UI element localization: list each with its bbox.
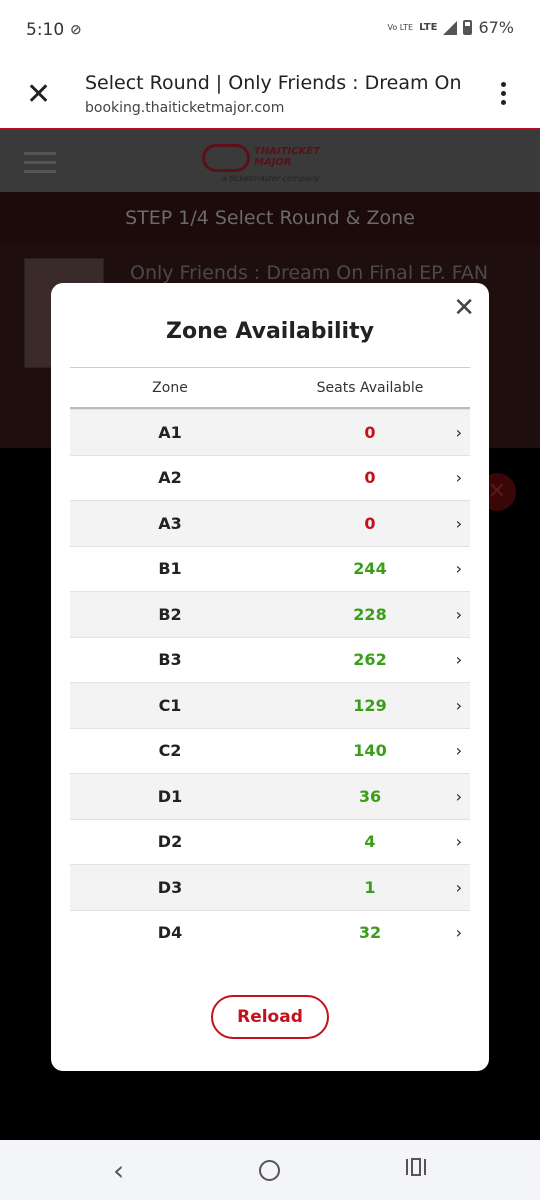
chevron-right-icon[interactable]: › (456, 923, 462, 942)
browser-toolbar: ✕ Select Round | Only Friends : Dream On… (0, 62, 540, 130)
chevron-right-icon[interactable]: › (456, 423, 462, 442)
zone-name: B1 (158, 559, 182, 579)
logo-name: THAITICKET MAJOR (254, 146, 320, 168)
seats-available: 262 (353, 650, 387, 670)
table-row[interactable]: A3 0 › (70, 500, 470, 546)
header-zone: Zone (152, 379, 188, 396)
table-row[interactable]: C2 140 › (70, 727, 470, 774)
zone-table: Zone Seats Available A1 0 › A2 0 › A3 0 › B1 244 › B… (70, 367, 470, 955)
table-row[interactable]: D2 4 › (70, 818, 470, 865)
dialog-title: Zone Availability (166, 319, 374, 344)
zone-name: D2 (157, 832, 183, 852)
seats-available: 0 (364, 468, 376, 488)
zone-name: D4 (157, 923, 183, 943)
zone-name: C2 (158, 741, 182, 761)
chevron-right-icon[interactable]: › (456, 878, 462, 897)
chevron-right-icon[interactable]: › (456, 696, 462, 715)
lte-icon: LTE (419, 21, 438, 33)
zone-name: C1 (158, 695, 182, 715)
seats-available: 244 (353, 559, 387, 579)
zone-name: A3 (158, 513, 182, 533)
seats-available: 0 (364, 422, 376, 442)
page-url[interactable]: booking.thaiticketmajor.com (85, 100, 284, 116)
volte-icon: Vo LTE (387, 22, 414, 32)
table-header: Zone Seats Available (70, 368, 470, 409)
seats-available: 0 (364, 513, 376, 533)
seats-available: 4 (364, 832, 376, 852)
chevron-right-icon[interactable]: › (456, 605, 462, 624)
table-row[interactable]: D4 32 › (70, 909, 470, 956)
chevron-right-icon[interactable]: › (456, 650, 462, 669)
zone-name: B3 (158, 650, 182, 670)
zone-name: D1 (157, 786, 183, 806)
zone-name: B2 (158, 604, 182, 624)
logo-mark (202, 144, 250, 172)
seats-available: 1 (364, 877, 376, 897)
logo-subtitle: a ticketmaster company (222, 174, 320, 183)
table-row[interactable]: C1 129 › (70, 682, 470, 728)
seats-available: 129 (353, 695, 387, 715)
more-options-icon[interactable] (501, 82, 506, 105)
page-title: Select Round | Only Friends : Dream On .… (85, 72, 465, 94)
site-logo[interactable]: THAITICKET MAJOR a ticketmaster company (202, 140, 342, 184)
signal-icon (443, 20, 458, 35)
table-row[interactable]: D3 1 › (70, 864, 470, 910)
battery-level: 67% (478, 18, 514, 37)
close-tab-icon[interactable]: ✕ (26, 80, 51, 110)
chevron-right-icon[interactable]: › (456, 468, 462, 487)
table-row[interactable]: A1 0 › (70, 409, 470, 455)
table-row[interactable]: A2 0 › (70, 454, 470, 501)
zone-name: D3 (157, 877, 183, 897)
zone-availability-dialog: ✕ Zone Availability Zone Seats Available… (51, 283, 489, 1071)
status-bar: 5:10 ⊘ Vo LTE LTE 67% (0, 0, 540, 62)
seats-available: 32 (358, 923, 382, 943)
header-seats: Seats Available (316, 379, 424, 396)
seats-available: 36 (358, 786, 382, 806)
recents-icon[interactable] (406, 1158, 426, 1176)
clock: 5:10 (26, 20, 65, 40)
step-indicator: STEP 1/4 Select Round & Zone (0, 192, 540, 244)
site-header: THAITICKET MAJOR a ticketmaster company (0, 130, 540, 192)
table-body: A1 0 › A2 0 › A3 0 › B1 244 › B2 228 › B3 262 › C1 129 › C2 14… (70, 409, 470, 955)
link-icon: ⊘ (70, 22, 82, 38)
event-title: Only Friends : Dream On Final EP. FAN (130, 262, 489, 284)
status-icons: Vo LTE LTE 67% (387, 18, 514, 37)
reload-button[interactable]: Reload (211, 995, 329, 1039)
chevron-right-icon[interactable]: › (456, 559, 462, 578)
back-icon[interactable]: ‹ (113, 1154, 124, 1187)
table-row[interactable]: B1 244 › (70, 545, 470, 592)
chevron-right-icon[interactable]: › (456, 741, 462, 760)
menu-icon[interactable] (24, 152, 56, 173)
chevron-right-icon[interactable]: › (456, 832, 462, 851)
zone-name: A1 (158, 422, 182, 442)
battery-icon (463, 20, 473, 35)
zone-name: A2 (158, 468, 182, 488)
table-row[interactable]: B3 262 › (70, 636, 470, 683)
home-icon[interactable] (259, 1160, 280, 1181)
seats-available: 228 (353, 604, 387, 624)
seats-available: 140 (353, 741, 387, 761)
system-navbar: ‹ (0, 1140, 540, 1200)
chevron-right-icon[interactable]: › (456, 514, 462, 533)
chevron-right-icon[interactable]: › (456, 787, 462, 806)
table-row[interactable]: D1 36 › (70, 773, 470, 819)
table-row[interactable]: B2 228 › (70, 591, 470, 637)
